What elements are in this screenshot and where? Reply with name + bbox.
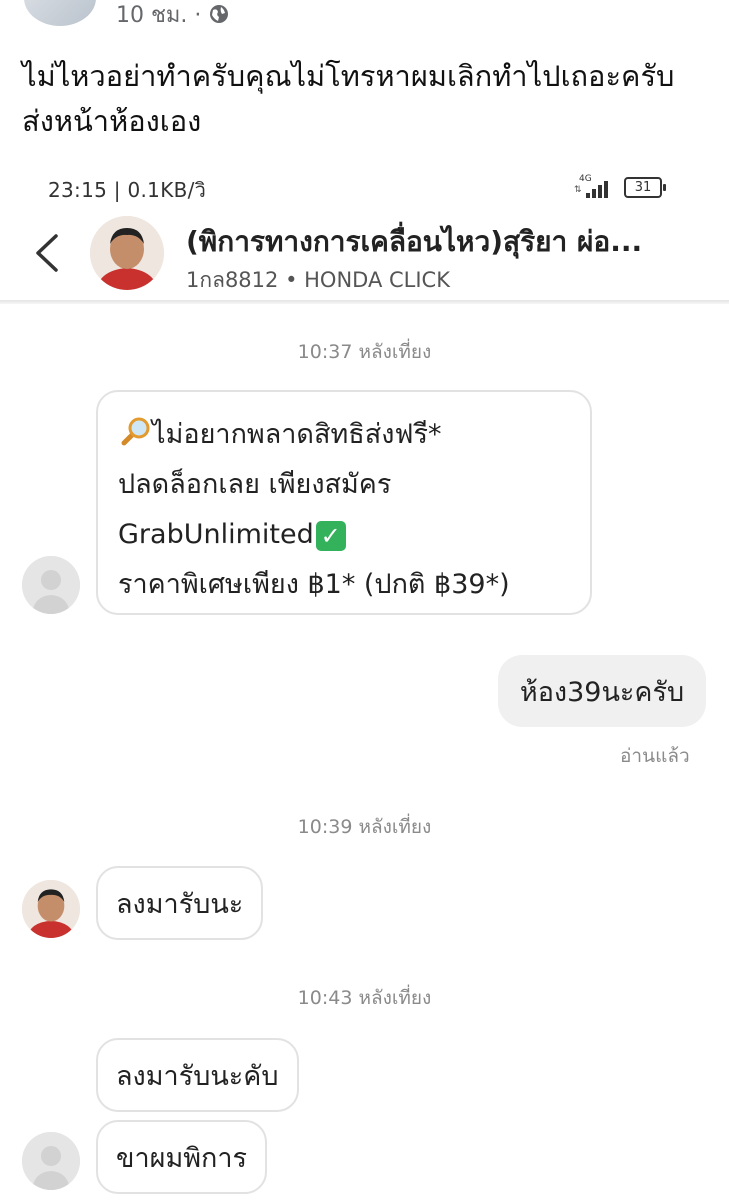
message-text: ลงมารับนะ xyxy=(116,888,244,920)
data-arrows-icon: ⇅ xyxy=(574,185,582,195)
timestamp: 10:43 หลังเที่ยง xyxy=(297,987,432,1009)
battery-icon: 31 xyxy=(624,177,666,198)
magnifier-icon xyxy=(121,417,150,446)
read-receipt: อ่านแล้ว xyxy=(620,745,690,767)
status-time: 23:15 | 0.1KB/วิ xyxy=(48,178,207,202)
post-time[interactable]: 10 ชม. · xyxy=(116,0,201,32)
sender-avatar-placeholder xyxy=(22,1132,80,1190)
post-text-line: ไม่ไหวอย่าทำครับคุณไม่โทรหาผมเลิกทำไปเถอ… xyxy=(22,59,675,93)
message-text: ลงมารับนะคับ xyxy=(116,1060,279,1092)
promo-text: GrabUnlimited xyxy=(118,519,314,550)
back-arrow-icon[interactable] xyxy=(30,232,70,274)
timestamp: 10:39 หลังเที่ยง xyxy=(297,816,432,838)
incoming-message-bubble[interactable]: ขาผมพิการ xyxy=(96,1120,268,1194)
signal-icon: 4G ⇅ xyxy=(572,174,614,200)
status-icons: 4G ⇅ 31 xyxy=(572,172,666,200)
timestamp: 10:37 หลังเที่ยง xyxy=(297,341,432,363)
promo-text: ไม่อยากพลาดสิทธิส่งฟรี* xyxy=(152,419,442,450)
promo-message-bubble[interactable]: ไม่อยากพลาดสิทธิส่งฟรี* ปลดล็อกเลย เพียง… xyxy=(96,390,592,615)
sender-avatar-placeholder xyxy=(22,556,80,614)
globe-icon xyxy=(210,5,229,23)
check-mark-icon: ✓ xyxy=(315,520,346,551)
post-text-line: ส่งหน้าห้องเอง xyxy=(22,104,202,138)
outgoing-message-bubble[interactable]: ห้อง39นะครับ xyxy=(498,655,706,727)
post-meta: 10 ชม. · xyxy=(116,0,229,28)
promo-text: ปลดล็อกเลย เพียงสมัคร xyxy=(118,469,392,500)
chat-subtitle: 1กล8812 • HONDA CLICK xyxy=(186,268,450,292)
message-text: ขาผมพิการ xyxy=(116,1142,248,1174)
promo-line: GrabUnlimited ✓ xyxy=(118,510,570,560)
driver-avatar-small[interactable] xyxy=(22,880,80,938)
post-text: ไม่ไหวอย่าทำครับคุณไม่โทรหาผมเลิกทำไปเถอ… xyxy=(22,54,712,144)
promo-text: ราคาพิเศษเพียง ฿1* (ปกติ ฿39*) xyxy=(118,569,510,600)
incoming-message-bubble[interactable]: ลงมารับนะ xyxy=(96,866,264,940)
incoming-message-bubble[interactable]: ลงมารับนะคับ xyxy=(96,1038,299,1112)
promo-line: ไม่อยากพลาดสิทธิส่งฟรี* xyxy=(118,410,570,460)
header-divider xyxy=(0,300,729,304)
driver-avatar[interactable] xyxy=(90,216,164,290)
battery-level: 31 xyxy=(634,180,652,195)
poster-avatar[interactable] xyxy=(24,0,96,26)
chat-title: (พิการทางการเคลื่อนไหว)สุริยา ผ่อ... xyxy=(186,225,643,258)
